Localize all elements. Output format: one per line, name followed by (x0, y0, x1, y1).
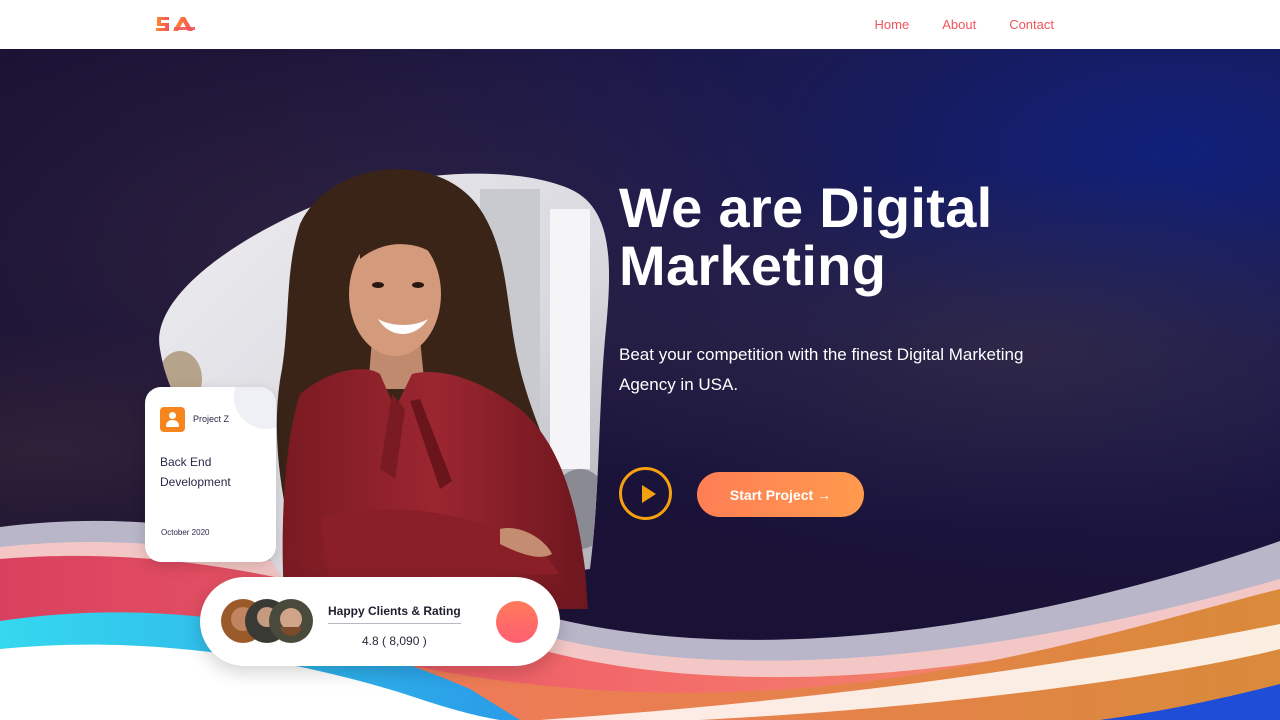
project-date: October 2020 (161, 528, 210, 537)
project-card[interactable]: Project Z Back End Development October 2… (145, 387, 276, 562)
nav-contact[interactable]: Contact (1009, 17, 1054, 32)
hero-headline: We are Digital Marketing (619, 179, 1139, 295)
navbar: Home About Contact (0, 0, 1280, 49)
rating-title: Happy Clients & Rating (328, 604, 461, 624)
user-icon (160, 407, 185, 432)
rating-card: Happy Clients & Rating 4.8 ( 8,090 ) (200, 577, 560, 666)
rating-value: 4.8 ( 8,090 ) (362, 634, 427, 648)
rating-indicator[interactable] (496, 601, 538, 643)
client-avatars (221, 599, 313, 643)
headline-line-2: Marketing (619, 234, 887, 297)
play-video-button[interactable] (619, 467, 672, 520)
logo-icon[interactable] (155, 14, 197, 36)
project-name: Project Z (193, 414, 230, 424)
hero-section: We are Digital Marketing Beat your compe… (0, 49, 1280, 720)
nav-about[interactable]: About (942, 17, 976, 32)
project-title: Back End Development (160, 455, 231, 489)
hero-subtitle: Beat your competition with the finest Di… (619, 345, 1024, 394)
headline-line-1: We are Digital (619, 176, 993, 239)
start-project-button[interactable]: Start Project → (697, 472, 864, 517)
play-icon (642, 485, 656, 503)
nav-home[interactable]: Home (875, 17, 910, 32)
card-corner-decoration (234, 387, 276, 429)
nav-links: Home About Contact (875, 17, 1054, 32)
